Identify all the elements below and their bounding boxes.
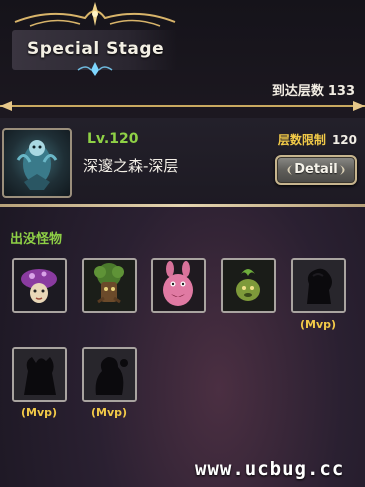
mvp-silhouette-icon: [293, 260, 344, 311]
stage-boss-portrait: [2, 128, 72, 198]
monster-slot-5[interactable]: [291, 258, 346, 313]
stage-name: 深邃之森-深层: [83, 157, 179, 175]
tree-monster-icon: [84, 260, 135, 311]
monster-slot-3[interactable]: [151, 258, 206, 313]
mvp-label-6: (Mvp): [20, 406, 58, 419]
plant-blob-monster-icon: [223, 260, 274, 311]
monster-slot-1[interactable]: [12, 258, 67, 313]
reached-floor-text: 到达层数: [271, 84, 324, 99]
monster-slot-7[interactable]: [82, 347, 137, 402]
mvp-silhouette-icon: [84, 349, 135, 400]
forest-spirit-icon: [16, 140, 58, 190]
detail-button[interactable]: Detail: [275, 155, 357, 185]
blue-crest-icon: [77, 62, 113, 76]
watermark-text: www.ucbug.cc: [195, 458, 345, 480]
mvp-label-5: (Mvp): [299, 318, 337, 331]
mvp-silhouette-icon: [14, 349, 65, 400]
mushroom-monster-icon: [14, 260, 65, 311]
reached-floor-value: 133: [327, 84, 355, 99]
stage-level: Lv.120: [87, 131, 139, 147]
mvp-label-7: (Mvp): [90, 406, 128, 419]
pink-beast-monster-icon: [153, 260, 204, 311]
reached-floor-label: 到达层数 133: [272, 80, 355, 99]
monster-slot-2[interactable]: [82, 258, 137, 313]
page-title: Special Stage: [27, 39, 165, 59]
floor-limit-label: 层数限制 120: [278, 131, 357, 148]
gold-divider: [0, 101, 365, 111]
monster-slot-6[interactable]: [12, 347, 67, 402]
leaf-right-icon: [340, 165, 345, 175]
floor-limit-value: 120: [331, 133, 357, 147]
section-divider: [0, 204, 365, 207]
monsters-section-title: 出没怪物: [10, 232, 63, 247]
floor-limit-text: 层数限制: [277, 133, 326, 147]
monster-slot-4[interactable]: [221, 258, 276, 313]
